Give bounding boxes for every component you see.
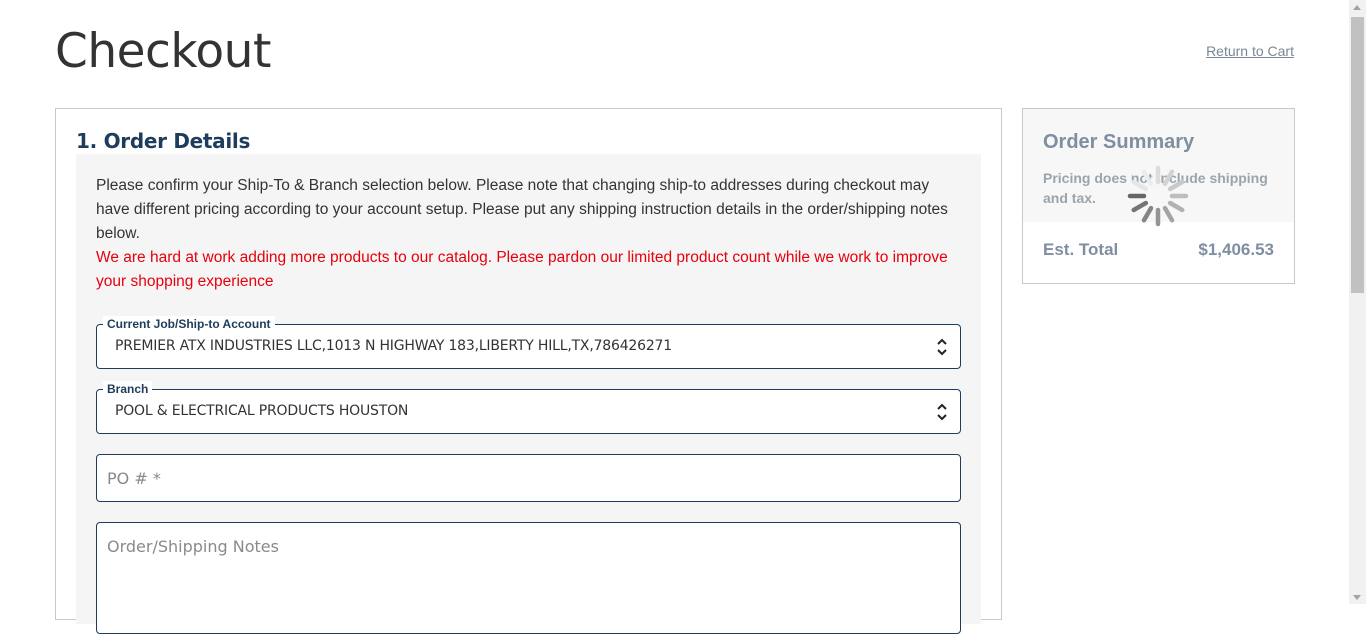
branch-select[interactable]: Branch POOL & ELECTRICAL PRODUCTS HOUSTO…	[96, 381, 961, 434]
shipping-notes-placeholder: Order/Shipping Notes	[107, 537, 279, 556]
est-total-value: $1,406.53	[1198, 240, 1274, 259]
chevron-up-down-icon	[937, 403, 947, 421]
ship-to-instructions: Please confirm your Ship-To & Branch sel…	[96, 177, 948, 242]
scroll-down-arrow-icon[interactable]	[1353, 595, 1361, 600]
scroll-up-arrow-icon[interactable]	[1353, 5, 1361, 10]
shipping-notes-textarea[interactable]: Order/Shipping Notes	[96, 522, 961, 634]
branch-value: POOL & ELECTRICAL PRODUCTS HOUSTON	[115, 403, 409, 419]
branch-label: Branch	[103, 381, 153, 397]
po-number-placeholder: PO # *	[107, 469, 161, 488]
chevron-up-down-icon	[937, 338, 947, 356]
order-details-title: 1. Order Details	[76, 129, 251, 153]
order-details-form: Please confirm your Ship-To & Branch sel…	[76, 154, 981, 634]
order-summary-title: Order Summary	[1043, 131, 1195, 153]
ship-to-account-label: Current Job/Ship-to Account	[103, 316, 275, 332]
po-number-input[interactable]: PO # *	[96, 454, 961, 502]
loading-spinner-icon	[1127, 165, 1189, 227]
page-title: Checkout	[55, 24, 271, 79]
order-details-panel: 1. Order Details Please confirm your Shi…	[55, 108, 1002, 634]
est-total-label: Est. Total	[1043, 240, 1119, 259]
page-scrollbar[interactable]	[1349, 0, 1366, 604]
return-to-cart-link[interactable]: Return to Cart	[1206, 43, 1294, 59]
scrollbar-thumb[interactable]	[1351, 17, 1364, 293]
ship-to-account-value: PREMIER ATX INDUSTRIES LLC,1013 N HIGHWA…	[115, 338, 672, 354]
ship-to-account-select[interactable]: Current Job/Ship-to Account PREMIER ATX …	[96, 316, 961, 369]
catalog-warning: We are hard at work adding more products…	[96, 249, 948, 290]
